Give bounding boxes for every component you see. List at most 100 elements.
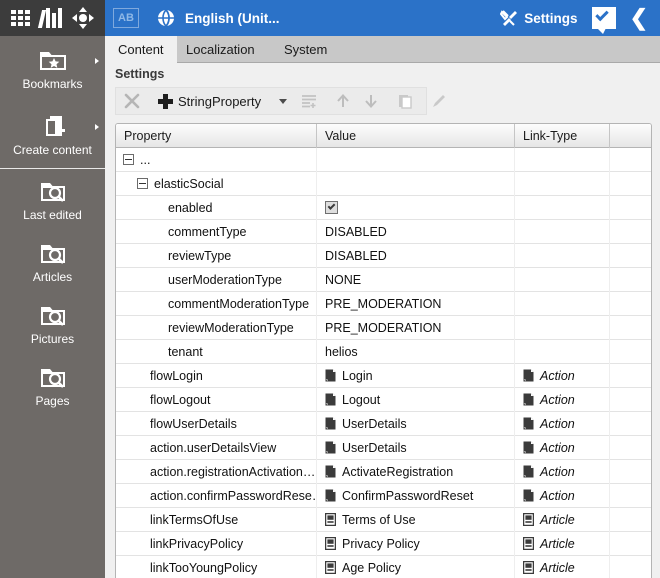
link-type-text: Action: [540, 488, 575, 503]
tab-content[interactable]: Content: [105, 36, 177, 63]
application-window: AB English (Unit... Settings ❮ Bookmarks…: [0, 0, 660, 578]
table-row[interactable]: flowLogout Logout Action: [116, 387, 651, 412]
column-header-property[interactable]: Property: [116, 124, 317, 148]
cell-value: Logout: [317, 387, 515, 412]
cell-link-type: [515, 339, 610, 364]
page-title: English (Unit...: [185, 10, 280, 26]
cell-value: Privacy Policy: [317, 531, 515, 556]
cell-value: helios: [317, 339, 515, 364]
property-name: action.userDetailsView: [150, 440, 277, 455]
table-row[interactable]: commentModerationType PRE_MODERATION: [116, 291, 651, 316]
settings-label[interactable]: Settings: [524, 11, 577, 26]
property-name: elasticSocial: [154, 176, 224, 191]
cell-value: UserDetails: [317, 411, 515, 436]
cell-value: [317, 195, 515, 220]
column-header-extra[interactable]: [610, 124, 651, 148]
move-down-button[interactable]: [359, 89, 383, 113]
action-icon: [523, 393, 534, 406]
table-row[interactable]: reviewType DISABLED: [116, 243, 651, 268]
link-type-text: Article: [540, 512, 575, 527]
article-icon: [522, 512, 535, 527]
table-row[interactable]: enabled: [116, 195, 651, 220]
delete-button[interactable]: [120, 89, 144, 113]
table-row[interactable]: action.userDetailsView UserDetails Action: [116, 435, 651, 460]
chevron-left-icon[interactable]: ❮: [630, 7, 648, 29]
table-body: ... elasticSocial enabled commentType DISABL…: [116, 147, 651, 578]
sidebar-item-label: Pictures: [30, 331, 75, 346]
value-text: PRE_MODERATION: [325, 320, 442, 335]
action-icon: [523, 465, 534, 478]
table-row[interactable]: action.registrationActivation… ActivateRe…: [116, 459, 651, 484]
edit-button[interactable]: [427, 89, 451, 113]
grid-menu-icon[interactable]: [11, 10, 30, 26]
sidebar-item-articles[interactable]: Articles: [0, 231, 105, 293]
add-dropdown-button[interactable]: [275, 89, 291, 113]
cell-value: DISABLED: [317, 219, 515, 244]
indent-button[interactable]: [297, 89, 321, 113]
table-row[interactable]: flowUserDetails UserDetails Action: [116, 411, 651, 436]
property-toolbar: StringProperty: [115, 87, 446, 115]
table-row[interactable]: elasticSocial: [116, 171, 651, 196]
chat-check-icon[interactable]: [591, 7, 616, 34]
left-sidebar: Bookmarks Create content Last edited Art…: [0, 36, 105, 578]
cell-value: UserDetails: [317, 435, 515, 460]
tab-system[interactable]: System: [271, 36, 340, 63]
link-type-text: Action: [540, 464, 575, 479]
cell-link-type: Action: [515, 435, 610, 460]
cell-property: linkTooYoungPolicy: [116, 555, 317, 578]
cell-property: enabled: [116, 195, 317, 220]
link-type-text: Action: [540, 392, 575, 407]
add-property-button[interactable]: StringProperty: [154, 89, 265, 113]
table-row[interactable]: userModerationType NONE: [116, 267, 651, 292]
cell-property: linkPrivacyPolicy: [116, 531, 317, 556]
column-header-link-type[interactable]: Link-Type: [515, 124, 610, 148]
chevron-right-icon: [95, 124, 99, 130]
article-icon: [522, 560, 535, 575]
column-header-value[interactable]: Value: [317, 124, 515, 148]
article-icon: [324, 512, 337, 527]
sidebar-item-create-content[interactable]: Create content: [0, 102, 105, 168]
property-name: flowLogin: [150, 368, 203, 383]
collapse-expander-icon[interactable]: [137, 178, 148, 189]
link-type-text: Action: [540, 416, 575, 431]
cell-property: commentModerationType: [116, 291, 317, 316]
table-row[interactable]: linkTooYoungPolicy Age Policy Article: [116, 555, 651, 578]
link-type-text: Article: [540, 536, 575, 551]
cell-extra: [610, 508, 651, 532]
cell-value: [317, 171, 515, 196]
table-row[interactable]: linkPrivacyPolicy Privacy Policy Article: [116, 531, 651, 556]
link-type-text: Action: [540, 440, 575, 455]
cell-link-type: Action: [515, 483, 610, 508]
property-name: linkTermsOfUse: [150, 512, 239, 527]
table-row[interactable]: reviewModerationType PRE_MODERATION: [116, 315, 651, 340]
property-name: reviewType: [168, 248, 232, 263]
value-text: Logout: [342, 392, 381, 407]
table-row[interactable]: action.confirmPasswordRese… ConfirmPasswo…: [116, 483, 651, 508]
cell-extra: [610, 292, 651, 316]
sidebar-item-label: Bookmarks: [22, 76, 83, 91]
cell-property: flowLogout: [116, 387, 317, 412]
table-row[interactable]: commentType DISABLED: [116, 219, 651, 244]
tab-localization[interactable]: Localization: [173, 36, 268, 63]
sidebar-item-pages[interactable]: Pages: [0, 355, 105, 417]
move-navigator-icon[interactable]: [72, 7, 94, 29]
cell-property: flowLogin: [116, 363, 317, 388]
table-row[interactable]: tenant helios: [116, 339, 651, 364]
wrench-icon[interactable]: [500, 9, 518, 27]
copy-button[interactable]: [393, 89, 417, 113]
move-up-button[interactable]: [331, 89, 355, 113]
table-row[interactable]: linkTermsOfUse Terms of Use Article: [116, 507, 651, 532]
sidebar-item-pictures[interactable]: Pictures: [0, 293, 105, 355]
collapse-expander-icon[interactable]: [123, 154, 134, 165]
sidebar-item-bookmarks[interactable]: Bookmarks: [0, 36, 105, 102]
sidebar-item-last-edited[interactable]: Last edited: [0, 169, 105, 231]
value-text: DISABLED: [325, 224, 387, 239]
value-text: DISABLED: [325, 248, 387, 263]
cell-extra: [610, 484, 651, 508]
table-row[interactable]: ...: [116, 147, 651, 172]
value-text: UserDetails: [342, 440, 407, 455]
books-library-icon[interactable]: [37, 8, 62, 28]
table-row[interactable]: flowLogin Login Action: [116, 363, 651, 388]
checkbox-enabled[interactable]: [325, 201, 338, 214]
property-name: commentType: [168, 224, 247, 239]
